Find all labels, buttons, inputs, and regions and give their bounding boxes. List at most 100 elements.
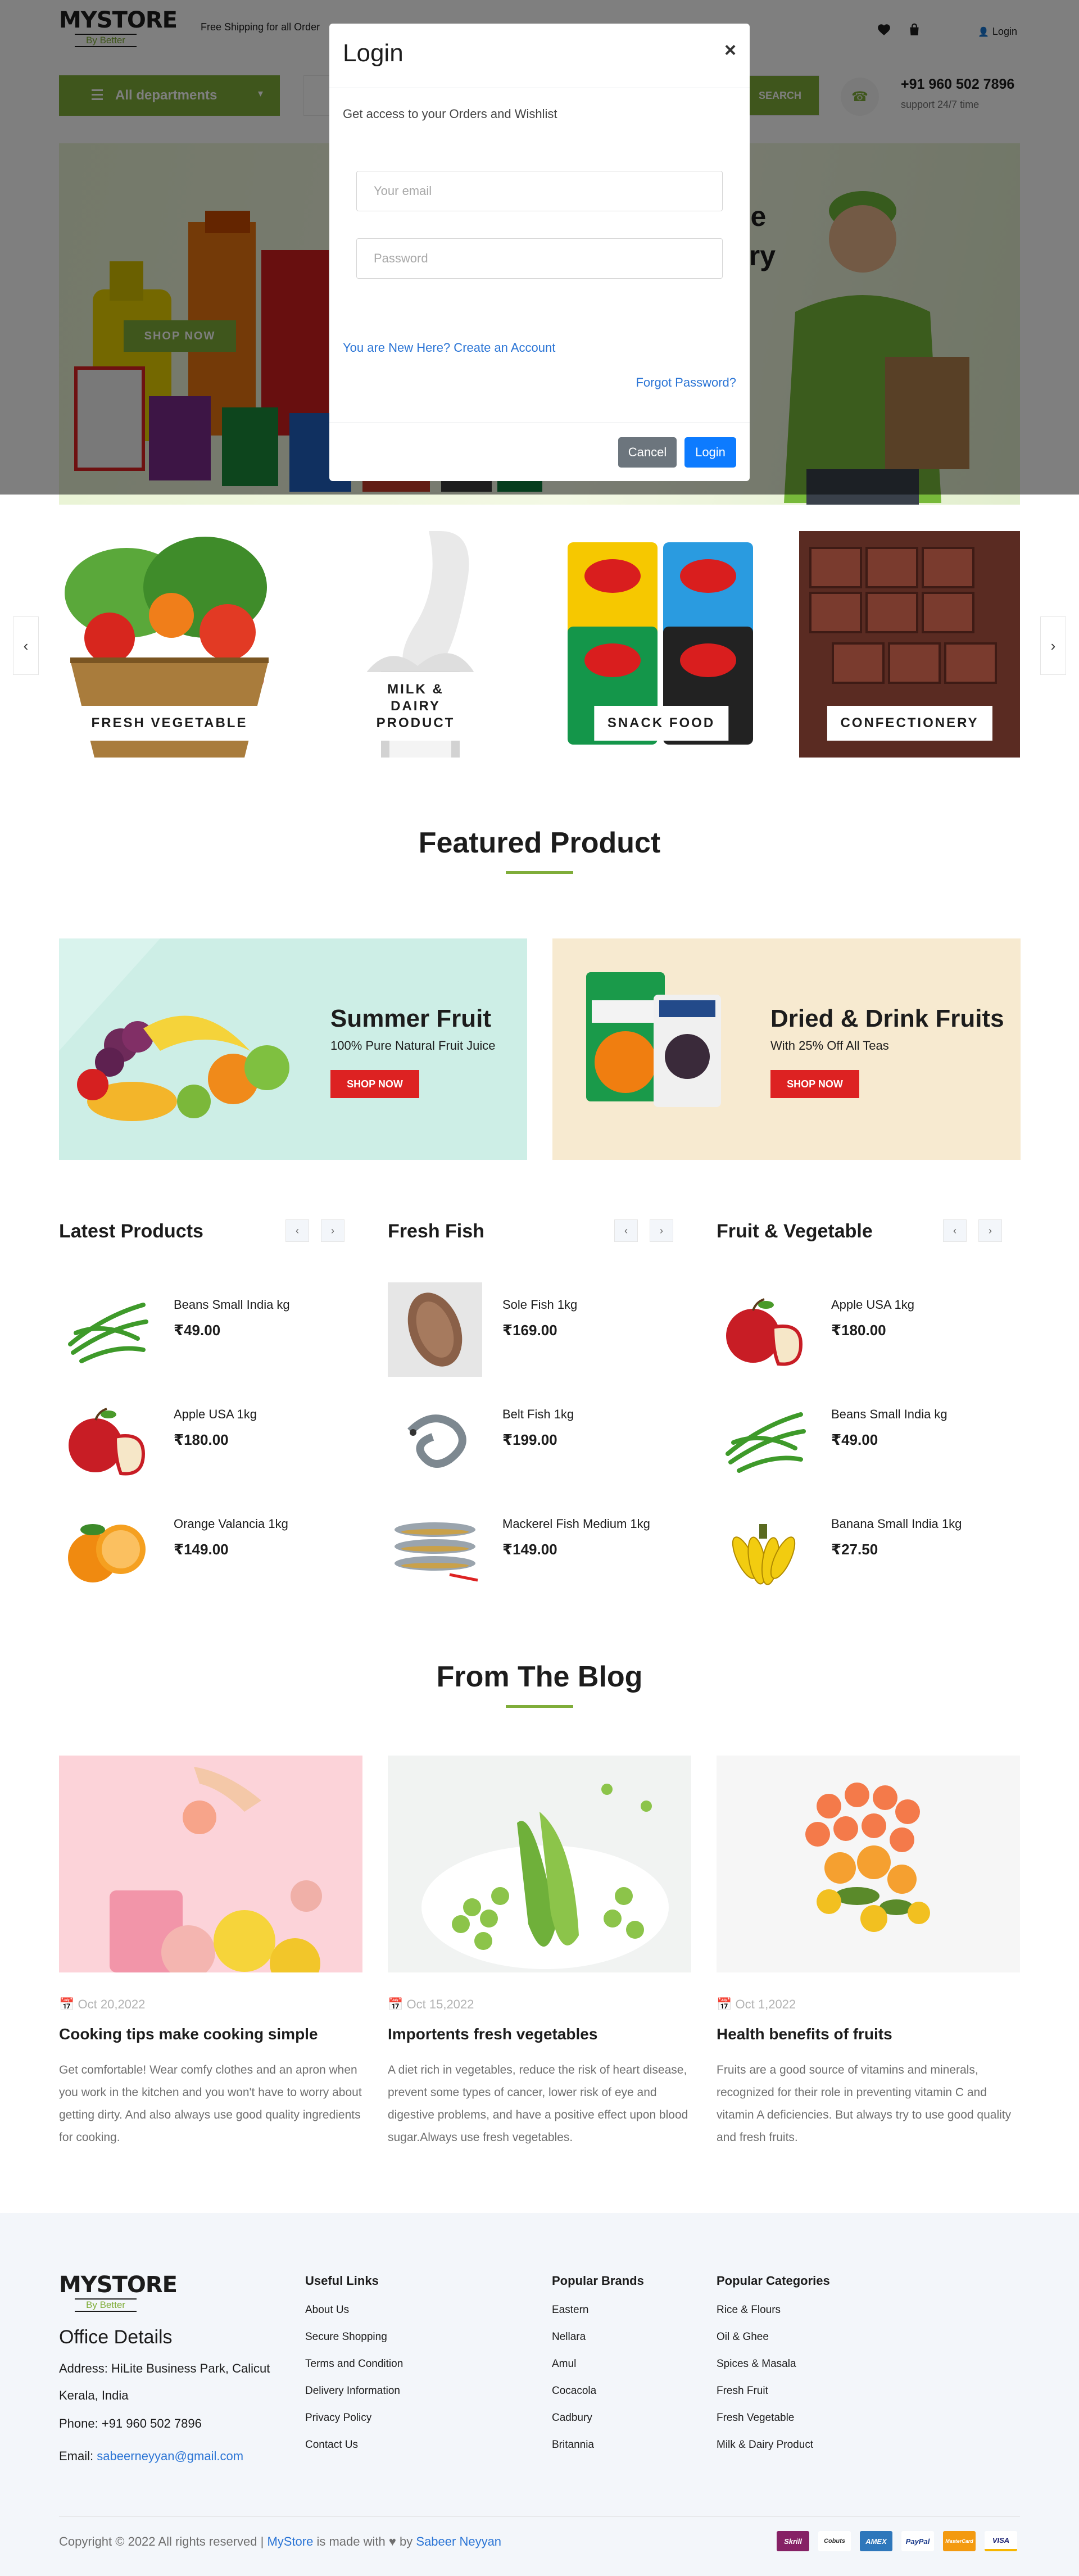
visa-icon: VISA: [985, 2531, 1017, 2551]
product-price: ₹169.00: [502, 1322, 557, 1339]
blog-excerpt: Fruits are a good source of vitamins and…: [717, 2063, 1012, 2144]
banana-image: [732, 1524, 796, 1585]
footer-link-terms[interactable]: Terms and Condition: [305, 2358, 403, 2370]
banner-subtitle: With 25% Off All Teas: [770, 1038, 889, 1053]
blog-title[interactable]: Cooking tips make cooking simple: [59, 2025, 318, 2043]
product-price: ₹149.00: [174, 1541, 229, 1558]
product-list-prev-button[interactable]: ‹: [614, 1219, 638, 1242]
orange-image: [68, 1524, 146, 1582]
product-list-next-button[interactable]: ›: [978, 1219, 1002, 1242]
juice-packets-image: [586, 972, 721, 1107]
product-item[interactable]: Belt Fish 1kg ₹199.00: [388, 1392, 691, 1486]
logo-text: MYSTORE: [59, 2272, 178, 2298]
product-item[interactable]: Sole Fish 1kg ₹169.00: [388, 1282, 691, 1377]
office-address: Address: HiLite Business Park, Calicut: [59, 2361, 270, 2375]
footer-link-secure-shopping[interactable]: Secure Shopping: [305, 2331, 387, 2343]
product-name: Beans Small India kg: [831, 1407, 947, 1421]
copyright-by: by: [396, 2534, 416, 2548]
category-card-fresh-vegetable[interactable]: FRESH VEGETABLE: [59, 531, 280, 758]
email-link[interactable]: sabeerneyyan@gmail.com: [97, 2449, 243, 2463]
product-item[interactable]: Apple USA 1kg ₹180.00: [59, 1392, 362, 1486]
product-list-prev-button[interactable]: ‹: [943, 1219, 967, 1242]
footer-category-link[interactable]: Spices & Masala: [717, 2358, 796, 2370]
blog-title[interactable]: Importents fresh vegetables: [388, 2025, 597, 2043]
mackerel-fish-image: [395, 1522, 478, 1582]
cancel-button[interactable]: Cancel: [618, 437, 677, 468]
footer-category-link[interactable]: Fresh Fruit: [717, 2385, 768, 2397]
footer-brand-link[interactable]: Eastern: [552, 2304, 588, 2316]
footer-category-link[interactable]: Milk & Dairy Product: [717, 2439, 813, 2451]
blog-title[interactable]: Health benefits of fruits: [717, 2025, 892, 2043]
product-item[interactable]: Beans Small India kg ₹49.00: [59, 1282, 362, 1377]
banner-shop-now-button[interactable]: SHOP NOW: [330, 1070, 419, 1098]
product-price: ₹149.00: [502, 1541, 557, 1558]
banner-dried-drink-fruits[interactable]: Dried & Drink Fruits With 25% Off All Te…: [552, 938, 1021, 1160]
skrill-icon: Skrill: [777, 2531, 809, 2551]
banner-title: Summer Fruit: [330, 1005, 492, 1032]
category-card-snack-food[interactable]: SNACK FOOD: [551, 531, 772, 758]
close-icon[interactable]: ×: [724, 38, 736, 62]
payment-methods: Skrill Cobuts AMEX PayPal MasterCard VIS…: [777, 2531, 1017, 2551]
category-card-confectionery[interactable]: CONFECTIONERY: [799, 531, 1020, 758]
banner-summer-fruit[interactable]: Summer Fruit 100% Pure Natural Fruit Jui…: [59, 938, 527, 1160]
heart-icon: ♥: [388, 2534, 396, 2548]
product-item[interactable]: Mackerel Fish Medium 1kg ₹149.00: [388, 1502, 691, 1596]
create-account-link[interactable]: You are New Here? Create an Account: [343, 341, 555, 355]
product-item[interactable]: Apple USA 1kg ₹180.00: [717, 1282, 1020, 1377]
featured-title-underline: [506, 871, 573, 874]
blog-date: 📅 Oct 1,2022: [717, 1997, 796, 2012]
footer-category-link[interactable]: Fresh Vegetable: [717, 2412, 794, 2424]
category-card-milk-dairy[interactable]: MILK & DAIRY PRODUCT: [305, 531, 526, 758]
footer-link-privacy[interactable]: Privacy Policy: [305, 2412, 371, 2424]
office-details-title: Office Details: [59, 2326, 173, 2348]
product-list-prev-button[interactable]: ‹: [285, 1219, 309, 1242]
product-list-next-button[interactable]: ›: [321, 1219, 344, 1242]
blog-date-text: Oct 15,2022: [406, 1997, 474, 2011]
blog-section-title: From The Blog: [436, 1661, 643, 1693]
beans-image: [68, 1303, 148, 1363]
password-field[interactable]: [356, 238, 723, 279]
cobuts-icon: Cobuts: [818, 2531, 851, 2551]
product-list-title: Fruit & Vegetable: [717, 1221, 873, 1242]
footer-link-contact[interactable]: Contact Us: [305, 2439, 358, 2451]
footer-category-link[interactable]: Oil & Ghee: [717, 2331, 769, 2343]
footer-category-link[interactable]: Rice & Flours: [717, 2304, 781, 2316]
category-prev-arrow[interactable]: ‹: [13, 616, 39, 675]
footer-logo[interactable]: MYSTORE By Better: [59, 2272, 178, 2312]
blog-excerpt: A diet rich in vegetables, reduce the ri…: [388, 2063, 688, 2144]
product-list-title: Latest Products: [59, 1221, 203, 1242]
product-name: Belt Fish 1kg: [502, 1407, 574, 1421]
mastercard-icon: MasterCard: [943, 2531, 976, 2551]
copyright-author-link[interactable]: Sabeer Neyyan: [416, 2534, 501, 2548]
product-item[interactable]: Orange Valancia 1kg ₹149.00: [59, 1502, 362, 1596]
footer-link-about[interactable]: About Us: [305, 2304, 349, 2316]
login-button[interactable]: Login: [684, 437, 736, 468]
forgot-password-link[interactable]: Forgot Password?: [636, 375, 736, 390]
category-next-arrow[interactable]: ›: [1040, 616, 1066, 675]
copyright-store-link[interactable]: MyStore: [267, 2534, 313, 2548]
email-field[interactable]: [356, 171, 723, 211]
blog-date-text: Oct 1,2022: [735, 1997, 796, 2011]
product-price: ₹199.00: [502, 1431, 557, 1448]
footer-brand-link[interactable]: Amul: [552, 2358, 576, 2370]
blog-date: 📅 Oct 20,2022: [59, 1997, 145, 2012]
calendar-icon: 📅: [59, 1997, 75, 2011]
copyright-text: Copyright © 2022 All rights reserved | M…: [59, 2534, 501, 2549]
email-label: Email:: [59, 2449, 97, 2463]
product-item[interactable]: Banana Small India 1kg ₹27.50: [717, 1502, 1020, 1596]
product-name: Apple USA 1kg: [831, 1298, 914, 1312]
footer-brand-link[interactable]: Cadbury: [552, 2412, 592, 2424]
login-modal: Login × Get access to your Orders and Wi…: [329, 24, 750, 481]
product-price: ₹180.00: [831, 1322, 886, 1339]
modal-title: Login: [343, 39, 404, 67]
product-name: Apple USA 1kg: [174, 1407, 257, 1421]
product-item[interactable]: Beans Small India kg ₹49.00: [717, 1392, 1020, 1486]
footer-brand-link[interactable]: Nellara: [552, 2331, 586, 2343]
product-list-next-button[interactable]: ›: [650, 1219, 673, 1242]
footer-link-delivery[interactable]: Delivery Information: [305, 2385, 400, 2397]
footer-brand-link[interactable]: Cocacola: [552, 2385, 596, 2397]
category-label: FRESH VEGETABLE: [78, 706, 261, 741]
footer-brand-link[interactable]: Britannia: [552, 2439, 594, 2451]
belt-fish-image: [407, 1414, 466, 1468]
banner-shop-now-button[interactable]: SHOP NOW: [770, 1070, 859, 1098]
